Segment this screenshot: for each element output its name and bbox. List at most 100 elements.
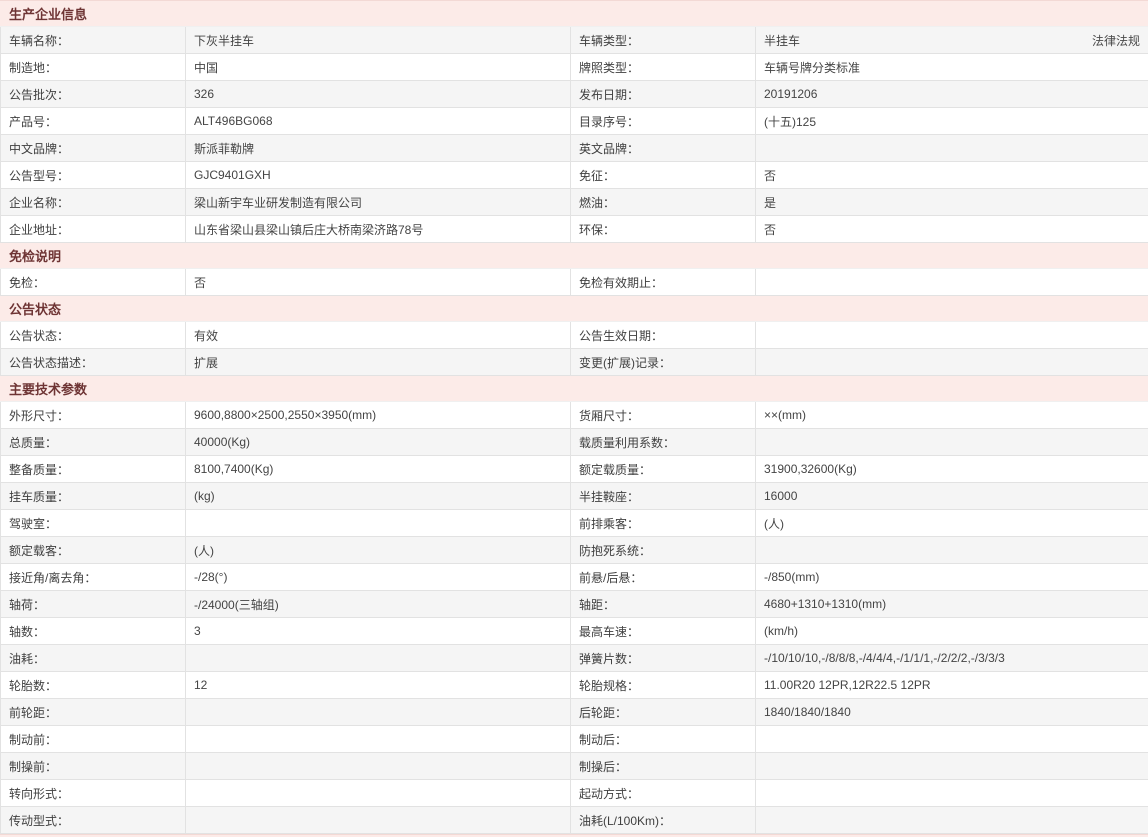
field-label: 企业名称： xyxy=(1,189,186,216)
table-row: 传动型式： 油耗(L/100Km)： xyxy=(1,807,1148,834)
field-value: GJC9401GXH xyxy=(186,162,571,189)
section-title: 主要技术参数 xyxy=(1,376,1148,402)
table-row: 轮胎数：12轮胎规格：11.00R20 12PR,12R22.5 12PR xyxy=(1,672,1148,699)
field-value-text: 9600,8800×2500,2550×3950(mm) xyxy=(194,408,376,422)
field-label-text: 燃油： xyxy=(579,196,615,210)
field-label-text: 变更(扩展)记录： xyxy=(579,356,671,370)
field-label-text: 车辆类型： xyxy=(579,34,639,48)
table-row: 企业地址：山东省梁山县梁山镇后庄大桥南梁济路78号环保：否 xyxy=(1,216,1148,243)
field-value-text: ××(mm) xyxy=(764,408,806,422)
next-section-header-partial xyxy=(0,834,1148,837)
section-header-row: 免检说明 xyxy=(1,243,1148,269)
field-label-text: 整备质量： xyxy=(9,463,69,477)
field-label: 制动前： xyxy=(1,726,186,753)
field-value: 11.00R20 12PR,12R22.5 12PR xyxy=(756,672,1148,699)
field-label: 制操后： xyxy=(571,753,756,780)
field-value: 3 xyxy=(186,618,571,645)
field-value-text: 否 xyxy=(764,223,776,237)
field-value: -/24000(三轴组) xyxy=(186,591,571,618)
field-value: 16000 xyxy=(756,483,1148,510)
field-label-text: 驾驶室： xyxy=(9,517,57,531)
field-value-text: (十五)125 xyxy=(764,115,816,129)
field-value: 否 xyxy=(756,216,1148,243)
table-row: 轴荷：-/24000(三轴组)轴距：4680+1310+1310(mm) xyxy=(1,591,1148,618)
field-value: -/10/10/10,-/8/8/8,-/4/4/4,-/1/1/1,-/2/2… xyxy=(756,645,1148,672)
table-row: 总质量： 40000(Kg) 载质量利用系数： xyxy=(1,429,1148,456)
field-value: -/28(°) xyxy=(186,564,571,591)
field-label-text: 载质量利用系数： xyxy=(579,436,675,450)
vehicle-info-table: 生产企业信息车辆名称：下灰半挂车车辆类型：半挂车法律法规制造地：中国牌照类型：车… xyxy=(0,0,1148,834)
field-value-text: 车辆号牌分类标准 xyxy=(764,61,860,75)
field-label-text: 转向形式： xyxy=(9,787,69,801)
field-label-text: 轴距： xyxy=(579,598,615,612)
field-label: 传动型式： xyxy=(1,807,186,834)
field-label: 中文品牌： xyxy=(1,135,186,162)
table-row: 公告状态：有效公告生效日期： xyxy=(1,322,1148,349)
field-value xyxy=(186,699,571,726)
field-value xyxy=(186,726,571,753)
field-label-text: 外形尺寸： xyxy=(9,409,69,423)
laws-regulations-link[interactable]: 法律法规 xyxy=(1092,32,1140,49)
field-label: 最高车速： xyxy=(571,618,756,645)
field-value xyxy=(756,537,1148,564)
field-label-text: 总质量： xyxy=(9,436,57,450)
field-value: 12 xyxy=(186,672,571,699)
field-label: 目录序号： xyxy=(571,108,756,135)
field-label-text: 产品号： xyxy=(9,115,57,129)
field-label-text: 轮胎规格： xyxy=(579,679,639,693)
field-label: 总质量： xyxy=(1,429,186,456)
field-label: 车辆名称： xyxy=(1,27,186,54)
section-title: 公告状态 xyxy=(1,296,1148,322)
field-value: 40000(Kg) xyxy=(186,429,571,456)
field-label-text: 传动型式： xyxy=(9,814,69,828)
field-label-text: 起动方式： xyxy=(579,787,639,801)
section-title: 免检说明 xyxy=(1,243,1148,269)
field-label-text: 油耗： xyxy=(9,652,45,666)
field-label: 制操前： xyxy=(1,753,186,780)
field-label-text: 后轮距： xyxy=(579,706,627,720)
field-label: 油耗(L/100Km)： xyxy=(571,807,756,834)
field-value-text: -/850(mm) xyxy=(764,570,819,584)
field-value-text: (km/h) xyxy=(764,624,798,638)
table-row: 产品号： ALT496BG068目录序号： (十五)125 xyxy=(1,108,1148,135)
field-label-text: 制操后： xyxy=(579,760,627,774)
table-row: 车辆名称：下灰半挂车车辆类型：半挂车法律法规 xyxy=(1,27,1148,54)
field-label-text: 最高车速： xyxy=(579,625,639,639)
field-value: ALT496BG068 xyxy=(186,108,571,135)
field-label-text: 公告状态描述： xyxy=(9,356,93,370)
table-row: 轴数：3最高车速：(km/h) xyxy=(1,618,1148,645)
field-value-text: 扩展 xyxy=(194,356,218,370)
field-label: 半挂鞍座： xyxy=(571,483,756,510)
field-label: 前悬/后悬： xyxy=(571,564,756,591)
field-label: 免检： xyxy=(1,269,186,296)
field-label-text: 制动前： xyxy=(9,733,57,747)
field-label-text: 前悬/后悬： xyxy=(579,571,642,585)
field-value xyxy=(756,780,1148,807)
field-value: (kg) xyxy=(186,483,571,510)
table-row: 制操前： 制操后： xyxy=(1,753,1148,780)
field-label: 制动后： xyxy=(571,726,756,753)
field-value-text: 3 xyxy=(194,624,201,638)
field-value-text: 16000 xyxy=(764,489,797,503)
field-value-text: 下灰半挂车 xyxy=(194,34,254,48)
field-value: (十五)125 xyxy=(756,108,1148,135)
field-label: 免征： xyxy=(571,162,756,189)
field-label: 前轮距： xyxy=(1,699,186,726)
field-value: 下灰半挂车 xyxy=(186,27,571,54)
field-value xyxy=(186,645,571,672)
table-row: 驾驶室：前排乘客：(人) xyxy=(1,510,1148,537)
field-value-text: GJC9401GXH xyxy=(194,168,271,182)
field-label-text: 公告生效日期： xyxy=(579,329,663,343)
field-value-text: 否 xyxy=(764,169,776,183)
field-value xyxy=(186,780,571,807)
field-value-text: 20191206 xyxy=(764,87,817,101)
field-label: 制造地： xyxy=(1,54,186,81)
field-label: 整备质量： xyxy=(1,456,186,483)
field-value-text: 是 xyxy=(764,196,776,210)
field-label: 发布日期： xyxy=(571,81,756,108)
field-value: 9600,8800×2500,2550×3950(mm) xyxy=(186,402,571,429)
field-value: 8100,7400(Kg) xyxy=(186,456,571,483)
field-label: 转向形式： xyxy=(1,780,186,807)
field-value-text: 山东省梁山县梁山镇后庄大桥南梁济路78号 xyxy=(194,223,423,237)
field-value-text: 31900,32600(Kg) xyxy=(764,462,857,476)
